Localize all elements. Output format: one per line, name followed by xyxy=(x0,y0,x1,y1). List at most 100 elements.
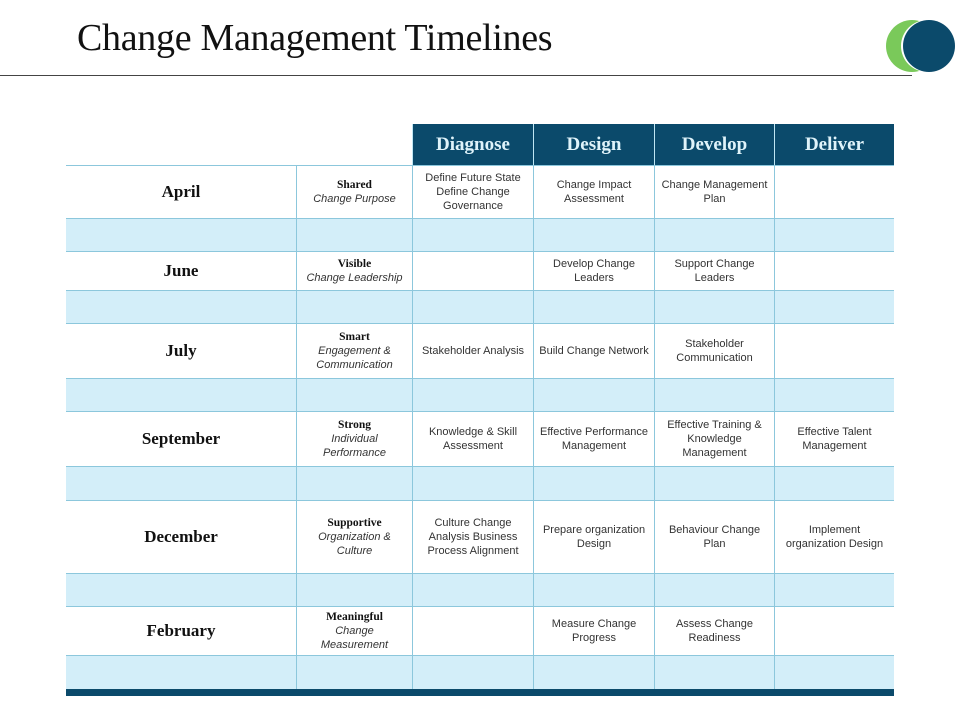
activity-cell-develop: Effective Training & Knowledge Managemen… xyxy=(654,412,774,466)
empty-cell xyxy=(654,379,774,411)
activity-cell-diagnose xyxy=(412,607,533,655)
empty-cell xyxy=(66,656,296,689)
theme-subtitle: Engagement & Communication xyxy=(316,345,393,371)
page-title: Change Management Timelines xyxy=(77,17,553,59)
month-label: February xyxy=(146,621,216,640)
empty-cell xyxy=(654,291,774,323)
empty-cell xyxy=(66,467,296,500)
activity-cell-deliver xyxy=(774,166,894,218)
empty-cell xyxy=(774,379,894,411)
empty-cell xyxy=(66,219,296,251)
empty-cell xyxy=(774,219,894,251)
theme-title: Smart xyxy=(339,331,370,343)
empty-cell xyxy=(412,379,533,411)
empty-cell xyxy=(774,467,894,500)
month-label: April xyxy=(161,182,201,201)
empty-cell xyxy=(296,219,412,251)
table-row: July Smart Engagement & Communication Stake… xyxy=(66,323,894,378)
activity-cell-diagnose: Stakeholder Analysis xyxy=(412,324,533,378)
theme-cell: Supportive Organization & Culture xyxy=(296,501,412,573)
activity-cell-develop: Support Change Leaders xyxy=(654,252,774,290)
activity-cell-design: Measure Change Progress xyxy=(533,607,654,655)
activity-cell-develop: Behaviour Change Plan xyxy=(654,501,774,573)
theme-title: Meaningful xyxy=(326,611,383,623)
empty-cell xyxy=(533,467,654,500)
activity-cell-design: Develop Change Leaders xyxy=(533,252,654,290)
empty-cell xyxy=(412,467,533,500)
title-divider xyxy=(0,75,912,76)
month-label: December xyxy=(144,527,218,546)
column-header-design: Design xyxy=(533,124,654,165)
column-header-deliver: Deliver xyxy=(774,124,894,165)
theme-cell: Meaningful Change Measurement xyxy=(296,607,412,655)
activity-cell-design: Effective Performance Management xyxy=(533,412,654,466)
activity-cell-diagnose xyxy=(412,252,533,290)
activity-cell-deliver: Effective Talent Management xyxy=(774,412,894,466)
empty-cell xyxy=(774,574,894,606)
empty-cell xyxy=(774,656,894,689)
empty-cell xyxy=(296,656,412,689)
month-label: June xyxy=(163,261,199,280)
empty-cell xyxy=(296,574,412,606)
empty-cell xyxy=(412,656,533,689)
activity-cell-deliver: Implement organization Design xyxy=(774,501,894,573)
activity-cell-deliver xyxy=(774,324,894,378)
theme-subtitle: Organization & Culture xyxy=(318,531,391,557)
spacer-row xyxy=(66,466,894,500)
spacer-row xyxy=(66,655,894,689)
theme-title: Supportive xyxy=(327,517,382,529)
activity-cell-design: Change Impact Assessment xyxy=(533,166,654,218)
theme-cell: Shared Change Purpose xyxy=(296,166,412,218)
spacer-row xyxy=(66,573,894,606)
month-label: September xyxy=(141,429,221,448)
activity-cell-diagnose: Culture Change Analysis Business Process… xyxy=(412,501,533,573)
empty-cell xyxy=(296,291,412,323)
table-bottom-bar xyxy=(66,689,894,696)
empty-cell xyxy=(654,656,774,689)
activity-cell-design: Prepare organization Design xyxy=(533,501,654,573)
theme-subtitle: Change Leadership xyxy=(306,272,403,284)
empty-cell xyxy=(533,656,654,689)
empty-cell xyxy=(533,379,654,411)
activity-cell-develop: Assess Change Readiness xyxy=(654,607,774,655)
column-header-diagnose: Diagnose xyxy=(412,124,533,165)
activity-cell-design: Build Change Network xyxy=(533,324,654,378)
empty-cell xyxy=(654,219,774,251)
empty-cell xyxy=(654,574,774,606)
theme-title: Visible xyxy=(337,258,372,270)
empty-cell xyxy=(296,379,412,411)
column-header-develop: Develop xyxy=(654,124,774,165)
theme-subtitle: Change Measurement xyxy=(320,625,389,651)
overlapping-circles-logo-icon xyxy=(886,20,956,74)
theme-title: Strong xyxy=(337,419,372,431)
table-row: April Shared Change Purpose Define Future S… xyxy=(66,165,894,218)
empty-cell xyxy=(533,291,654,323)
empty-cell xyxy=(66,379,296,411)
activity-cell-deliver xyxy=(774,607,894,655)
table-row: September Strong Individual Performance Kno… xyxy=(66,411,894,466)
spacer-row xyxy=(66,218,894,251)
theme-subtitle: Individual Performance xyxy=(323,433,386,459)
table-row: February Meaningful Change Measurement Meas… xyxy=(66,606,894,655)
empty-cell xyxy=(533,574,654,606)
table-row: December Supportive Organization & Culture… xyxy=(66,500,894,573)
empty-cell xyxy=(296,467,412,500)
empty-cell xyxy=(654,467,774,500)
empty-cell xyxy=(533,219,654,251)
empty-cell xyxy=(774,291,894,323)
activity-cell-deliver xyxy=(774,252,894,290)
empty-cell xyxy=(66,291,296,323)
theme-cell: Smart Engagement & Communication xyxy=(296,324,412,378)
activity-cell-diagnose: Knowledge & Skill Assessment xyxy=(412,412,533,466)
empty-cell xyxy=(66,574,296,606)
empty-cell xyxy=(412,291,533,323)
empty-cell xyxy=(412,219,533,251)
theme-title: Shared xyxy=(337,179,372,191)
theme-cell: Strong Individual Performance xyxy=(296,412,412,466)
spacer-row xyxy=(66,290,894,323)
table-row: June Visible Change Leadership Develop Chan… xyxy=(66,251,894,290)
blue-circle-icon xyxy=(903,20,955,72)
month-label: July xyxy=(165,341,197,360)
activity-cell-diagnose: Define Future State Define Change Govern… xyxy=(412,166,533,218)
activity-cell-develop: Stakeholder Communication xyxy=(654,324,774,378)
